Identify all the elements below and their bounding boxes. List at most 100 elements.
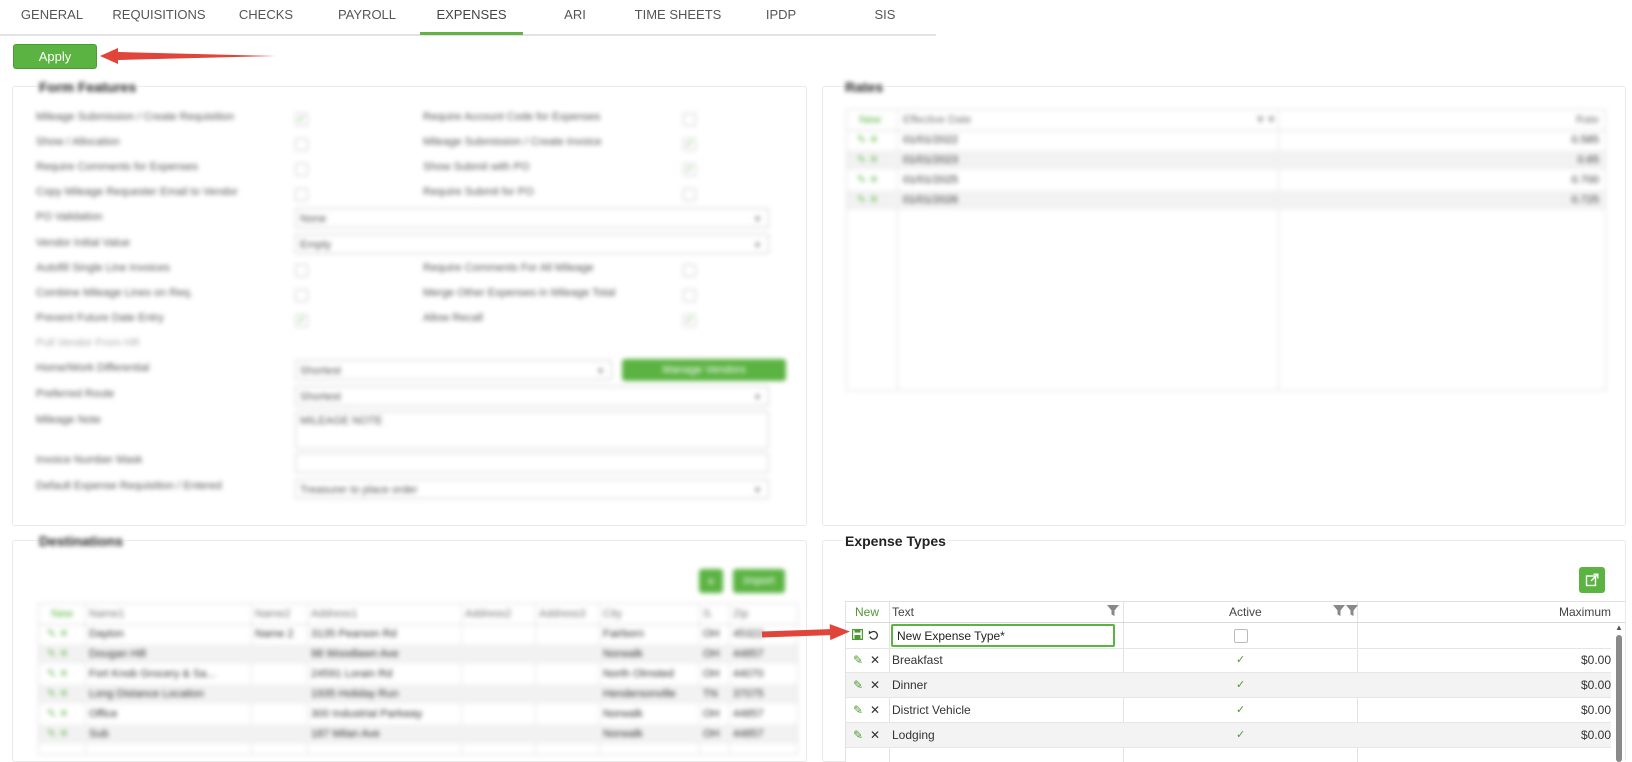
ff-checkbox[interactable] bbox=[295, 138, 308, 151]
save-icon[interactable] bbox=[852, 623, 864, 648]
ff-label: Mileage Note bbox=[36, 414, 101, 426]
dest-address3-header[interactable]: Address3 bbox=[539, 604, 585, 624]
home-work-select[interactable]: Shortest ▼ bbox=[295, 360, 612, 380]
po-validation-select[interactable]: None ▼ bbox=[295, 208, 769, 228]
form-features-title: Form Features bbox=[37, 79, 139, 95]
expense-maximum: $0.00 bbox=[1580, 728, 1611, 742]
tab-requisitions[interactable]: REQUISITIONS bbox=[104, 0, 214, 32]
delete-icon[interactable]: ✕ bbox=[870, 648, 880, 672]
pencil-icon[interactable]: ✎ bbox=[853, 698, 863, 722]
dest-address2-header[interactable]: Address2 bbox=[465, 604, 511, 624]
ff-checkbox[interactable] bbox=[683, 188, 696, 201]
preferred-route-select[interactable]: Shortest ▼ bbox=[295, 386, 769, 406]
ff-checkbox[interactable]: ✓ bbox=[683, 314, 696, 327]
expense-new-header[interactable]: New bbox=[855, 602, 879, 622]
ff-checkbox[interactable]: ✓ bbox=[683, 138, 696, 151]
ff-checkbox[interactable] bbox=[683, 264, 696, 277]
ff-checkbox[interactable] bbox=[683, 113, 696, 126]
edit-icon[interactable]: ✎ ✕ bbox=[857, 190, 879, 210]
tab-payroll[interactable]: PAYROLL bbox=[318, 0, 416, 32]
table-row-new bbox=[846, 623, 1611, 649]
rates-new-header[interactable]: New bbox=[859, 110, 881, 130]
rates-rate: 0.65 bbox=[1577, 154, 1599, 166]
expense-maximum-header[interactable]: Maximum bbox=[1559, 602, 1611, 622]
ff-checkbox[interactable] bbox=[295, 264, 308, 277]
edit-icon[interactable]: ✎ ✕ bbox=[47, 684, 69, 704]
dest-name2-header[interactable]: Name2 bbox=[255, 604, 290, 624]
dest-zip-header[interactable]: Zip bbox=[733, 604, 748, 624]
table-row: ✎ ✕ Office 300 Industrial Parkway Norwal… bbox=[39, 704, 797, 724]
rates-rate-header[interactable]: Rate bbox=[1576, 110, 1599, 130]
edit-icon[interactable]: ✎ ✕ bbox=[47, 704, 69, 724]
dest-zip: 44857 bbox=[733, 648, 764, 660]
pencil-icon[interactable]: ✎ bbox=[853, 723, 863, 747]
ff-checkbox[interactable]: ✓ bbox=[295, 314, 308, 327]
pencil-icon[interactable]: ✎ bbox=[853, 673, 863, 697]
apply-button[interactable]: Apply bbox=[13, 44, 97, 69]
edit-icon[interactable]: ✎ ✕ bbox=[47, 624, 69, 644]
chevron-down-icon: ▼ bbox=[753, 240, 762, 250]
edit-icon[interactable]: ✎ ✕ bbox=[857, 170, 879, 190]
filter-icon[interactable] bbox=[1107, 605, 1119, 617]
delete-icon[interactable]: ✕ bbox=[870, 673, 880, 697]
vendor-initial-select[interactable]: Empty ▼ bbox=[295, 234, 769, 254]
table-row: ✎ ✕ Dayton Name 2 3135 Pearson Rd Fairbo… bbox=[39, 624, 797, 644]
add-icon[interactable]: + bbox=[699, 569, 723, 593]
scrollbar-thumb[interactable] bbox=[1616, 635, 1622, 762]
table-row: ✎ ✕ 01/01/2022 0.585 bbox=[847, 130, 1605, 150]
dest-address1: 24591 Lorain Rd bbox=[311, 668, 393, 680]
tab-ipdp[interactable]: IPDP bbox=[741, 0, 821, 32]
dest-city: Hendersonville bbox=[603, 688, 676, 700]
dest-city: North Olmsted bbox=[603, 668, 674, 680]
ff-label: Pull Vendor From HR bbox=[36, 337, 140, 349]
edit-icon[interactable]: ✎ ✕ bbox=[47, 664, 69, 684]
invoice-mask-input[interactable] bbox=[295, 453, 769, 473]
vertical-scrollbar[interactable]: ▲ bbox=[1614, 623, 1624, 762]
active-checkbox[interactable] bbox=[1234, 629, 1248, 643]
ff-checkbox[interactable] bbox=[295, 188, 308, 201]
expense-active-header[interactable]: Active bbox=[1229, 602, 1262, 622]
ff-checkbox[interactable] bbox=[683, 289, 696, 302]
scroll-up-icon[interactable]: ▲ bbox=[1614, 623, 1624, 632]
edit-icon[interactable]: ✎ ✕ bbox=[857, 150, 879, 170]
dest-state-header[interactable]: S. bbox=[703, 604, 713, 624]
ff-checkbox[interactable] bbox=[295, 289, 308, 302]
ff-label: PO Validation bbox=[36, 211, 103, 223]
rates-rate: 0.585 bbox=[1571, 134, 1599, 146]
tab-sis[interactable]: SIS bbox=[845, 0, 925, 32]
dest-new-header[interactable]: New bbox=[51, 604, 73, 624]
tab-ari[interactable]: ARI bbox=[535, 0, 615, 32]
tab-checks[interactable]: CHECKS bbox=[226, 0, 306, 32]
pencil-icon[interactable]: ✎ bbox=[853, 648, 863, 672]
export-button[interactable] bbox=[1579, 567, 1605, 593]
annotation-arrow-apply bbox=[100, 48, 276, 64]
rates-date-header[interactable]: Effective Date bbox=[903, 110, 971, 130]
mileage-note-textarea[interactable]: MILEAGE NOTE bbox=[295, 411, 769, 449]
ff-checkbox[interactable]: ✓ bbox=[683, 163, 696, 176]
edit-icon[interactable]: ✎ ✕ bbox=[47, 724, 69, 744]
expense-text-header[interactable]: Text bbox=[892, 602, 914, 622]
dest-name1: Sub bbox=[89, 728, 109, 740]
undo-icon[interactable] bbox=[868, 623, 879, 648]
dest-name1-header[interactable]: Name1 bbox=[89, 604, 124, 624]
manage-vendors-button[interactable]: Manage Vendors bbox=[622, 359, 786, 381]
edit-icon[interactable]: ✎ ✕ bbox=[47, 644, 69, 664]
tab-general[interactable]: GENERAL bbox=[12, 0, 92, 32]
dest-address1-header[interactable]: Address1 bbox=[311, 604, 357, 624]
dest-city-header[interactable]: City bbox=[603, 604, 622, 624]
edit-icon[interactable]: ✎ ✕ bbox=[857, 130, 879, 150]
filter-icon[interactable] bbox=[1333, 605, 1345, 617]
filter-icon[interactable] bbox=[1346, 605, 1358, 617]
ff-checkbox[interactable]: ✓ bbox=[295, 113, 308, 126]
delete-icon[interactable]: ✕ bbox=[870, 698, 880, 722]
delete-icon[interactable]: ✕ bbox=[870, 723, 880, 747]
dest-zip: 45322 bbox=[733, 628, 764, 640]
expense-text-input[interactable] bbox=[891, 624, 1115, 647]
import-button[interactable]: Import bbox=[733, 569, 785, 593]
tab-expenses[interactable]: EXPENSES bbox=[420, 0, 523, 35]
filter-icon[interactable]: ▼▼ bbox=[1255, 110, 1277, 130]
default-expense-select[interactable]: Treasurer to place order ▼ bbox=[295, 479, 769, 499]
expense-maximum: $0.00 bbox=[1580, 653, 1611, 667]
tab-time-sheets[interactable]: TIME SHEETS bbox=[627, 0, 729, 32]
ff-checkbox[interactable] bbox=[295, 163, 308, 176]
